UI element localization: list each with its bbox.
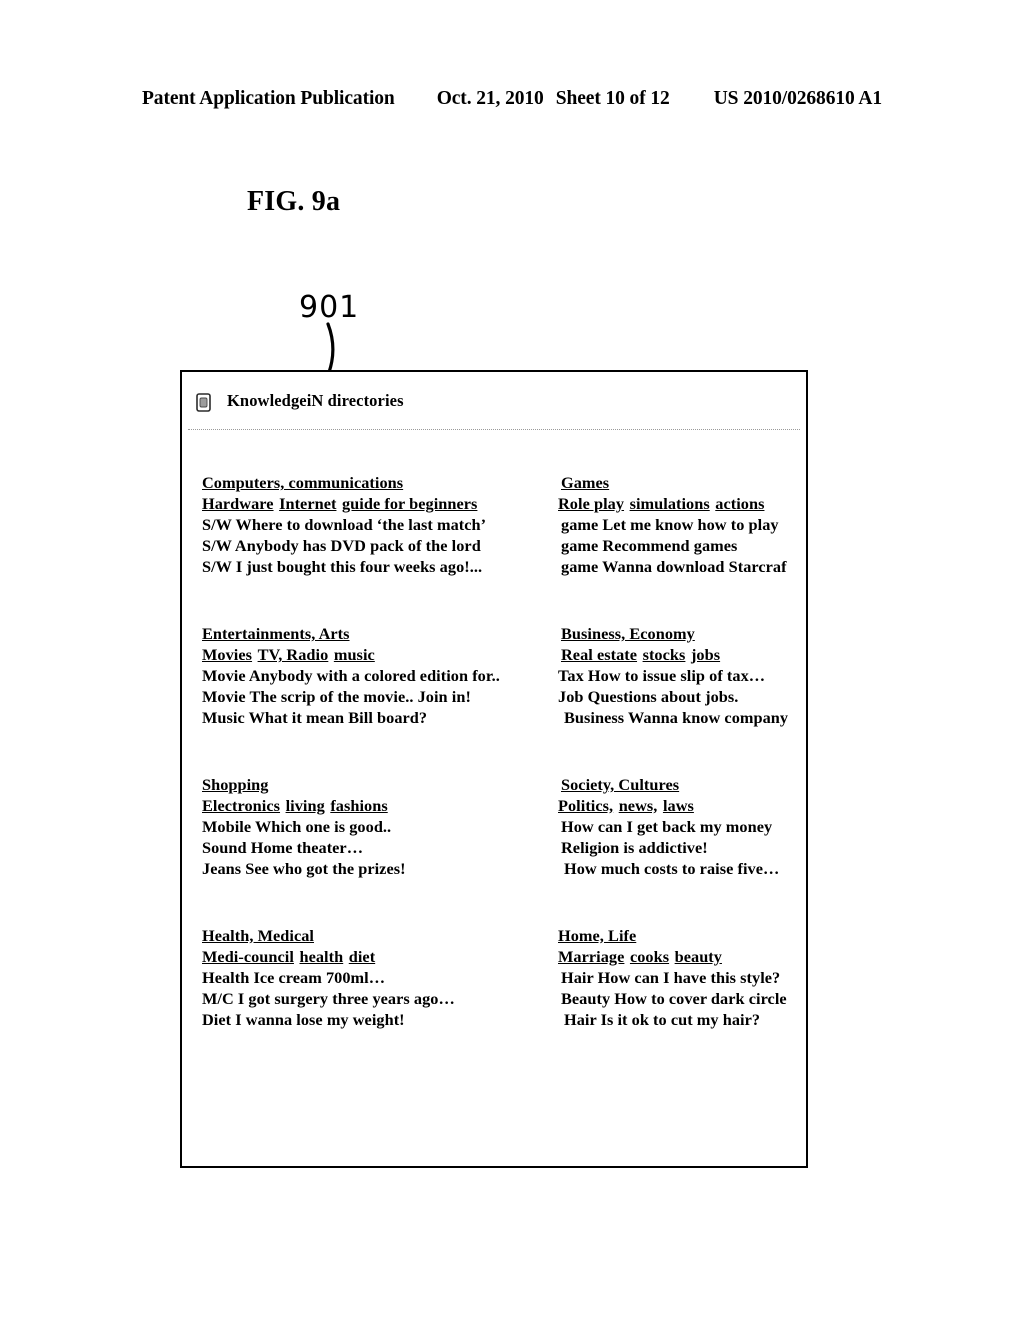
directory-item[interactable]: How can I get back my money (558, 816, 798, 837)
category-heading[interactable]: Business, Economy (558, 623, 798, 644)
knowledgein-directories-panel: KnowledgeiN directories Computers, commu… (180, 370, 808, 1168)
directory-item[interactable]: game Recommend games (558, 535, 798, 556)
directory-block-entertainments-arts: Entertainments, Arts Movies TV, Radio musi… (202, 623, 538, 728)
category-heading[interactable]: Health, Medical (202, 925, 538, 946)
subcategory-link[interactable]: news, (619, 796, 658, 815)
subcategory-row: Medi-council health diet (202, 946, 538, 967)
subcategory-link[interactable]: laws (663, 796, 694, 815)
subcategory-link[interactable]: diet (349, 947, 375, 966)
directory-block-shopping: Shopping Electronics living fashions Mobil… (202, 774, 538, 879)
directory-block-business-economy: Business, Economy Real estate stocks jobs … (538, 623, 798, 728)
subcategory-link[interactable]: simulations (630, 494, 710, 513)
subcategory-row: Role play simulations actions (558, 493, 798, 514)
directory-item[interactable]: Job Questions about jobs. (558, 686, 798, 707)
directory-block-games: Games Role play simulations actions game L… (538, 472, 798, 577)
subcategory-link[interactable]: jobs (691, 645, 720, 664)
subcategory-link[interactable]: living (286, 796, 325, 815)
subcategory-row: Movies TV, Radio music (202, 644, 538, 665)
directory-grid: Computers, communications Hardware Intern… (182, 472, 806, 1030)
subcategory-link[interactable]: Hardware (202, 494, 274, 513)
directory-item[interactable]: Music What it mean Bill board? (202, 707, 538, 728)
directory-item[interactable]: Jeans See who got the prizes! (202, 858, 538, 879)
directory-item[interactable]: Hair How can I have this style? (558, 967, 798, 988)
directory-row: Computers, communications Hardware Intern… (202, 472, 798, 577)
directory-row: Health, Medical Medi-council health diet H… (202, 925, 798, 1030)
category-heading[interactable]: Computers, communications (202, 472, 538, 493)
directory-item[interactable]: Health Ice cream 700ml… (202, 967, 538, 988)
panel-title-separator (188, 429, 800, 431)
directory-item[interactable]: Diet I wanna lose my weight! (202, 1009, 538, 1030)
panel-titlebar: KnowledgeiN directories (182, 372, 806, 430)
directory-item[interactable]: Religion is addictive! (558, 837, 798, 858)
figure-label: FIG. 9a (247, 186, 341, 217)
subcategory-link[interactable]: Role play (558, 494, 624, 513)
subcategory-row: Real estate stocks jobs (558, 644, 798, 665)
directory-item[interactable]: S/W Where to download ‘the last match’ (202, 514, 538, 535)
panel-title: KnowledgeiN directories (227, 391, 404, 410)
directory-row: Shopping Electronics living fashions Mobil… (202, 774, 798, 879)
category-heading[interactable]: Shopping (202, 774, 538, 795)
sheet-number: Sheet 10 of 12 (555, 88, 670, 109)
reference-numeral-901: 901 (299, 290, 360, 325)
directory-item[interactable]: M/C I got surgery three years ago… (202, 988, 538, 1009)
directory-item[interactable]: Tax How to issue slip of tax… (558, 665, 798, 686)
subcategory-link[interactable]: stocks (643, 645, 686, 664)
directory-item[interactable]: Beauty How to cover dark circle (558, 988, 798, 1009)
subcategory-link[interactable]: guide for beginners (342, 494, 477, 513)
directory-row: Entertainments, Arts Movies TV, Radio musi… (202, 623, 798, 728)
subcategory-link[interactable]: Real estate (561, 645, 637, 664)
subcategory-link[interactable]: Internet (279, 494, 336, 513)
subcategory-row: Politics, news, laws (558, 795, 798, 816)
directory-block-society-cultures: Society, Cultures Politics, news, laws How… (538, 774, 798, 879)
directory-item[interactable]: Business Wanna know company (558, 707, 798, 728)
subcategory-link[interactable]: health (299, 947, 343, 966)
publication-label: Patent Application Publication (141, 88, 395, 109)
subcategory-link[interactable]: Medi-council (202, 947, 294, 966)
subcategory-row: Hardware Internet guide for beginners (202, 493, 538, 514)
directory-item[interactable]: Mobile Which one is good.. (202, 816, 538, 837)
directory-item[interactable]: S/W Anybody has DVD pack of the lord (202, 535, 538, 556)
directory-block-health-medical: Health, Medical Medi-council health diet H… (202, 925, 538, 1030)
category-heading[interactable]: Home, Life (558, 925, 798, 946)
subcategory-link[interactable]: Movies (202, 645, 252, 664)
directory-block-computers-communications: Computers, communications Hardware Intern… (202, 472, 538, 577)
patent-page-header: Patent Application Publication Oct. 21, … (0, 88, 1024, 110)
directory-item[interactable]: Movie Anybody with a colored edition for… (202, 665, 538, 686)
category-heading[interactable]: Society, Cultures (558, 774, 798, 795)
directory-item[interactable]: Movie The scrip of the movie.. Join in! (202, 686, 538, 707)
subcategory-link[interactable]: Electronics (202, 796, 280, 815)
subcategory-row: Electronics living fashions (202, 795, 538, 816)
subcategory-link[interactable]: Politics, (558, 796, 613, 815)
category-heading[interactable]: Entertainments, Arts (202, 623, 538, 644)
subcategory-link[interactable]: beauty (675, 947, 722, 966)
directory-item[interactable]: Sound Home theater… (202, 837, 538, 858)
category-heading[interactable]: Games (558, 472, 798, 493)
subcategory-link[interactable]: fashions (330, 796, 387, 815)
subcategory-link[interactable]: TV, Radio (258, 645, 329, 664)
subcategory-link[interactable]: cooks (630, 947, 669, 966)
directory-item[interactable]: game Let me know how to play (558, 514, 798, 535)
directory-item[interactable]: How much costs to raise five… (558, 858, 798, 879)
publication-date: Oct. 21, 2010 (436, 88, 544, 109)
subcategory-row: Marriage cooks beauty (558, 946, 798, 967)
document-icon (196, 392, 211, 412)
directory-item[interactable]: Hair Is it ok to cut my hair? (558, 1009, 798, 1030)
subcategory-link[interactable]: Marriage (558, 947, 624, 966)
subcategory-link[interactable]: actions (715, 494, 764, 513)
directory-block-home-life: Home, Life Marriage cooks beauty Hair How … (538, 925, 798, 1030)
patent-serial-number: US 2010/0268610 A1 (713, 88, 882, 109)
subcategory-link[interactable]: music (334, 645, 375, 664)
directory-item[interactable]: S/W I just bought this four weeks ago!..… (202, 556, 538, 577)
directory-item[interactable]: game Wanna download Starcraf (558, 556, 798, 577)
